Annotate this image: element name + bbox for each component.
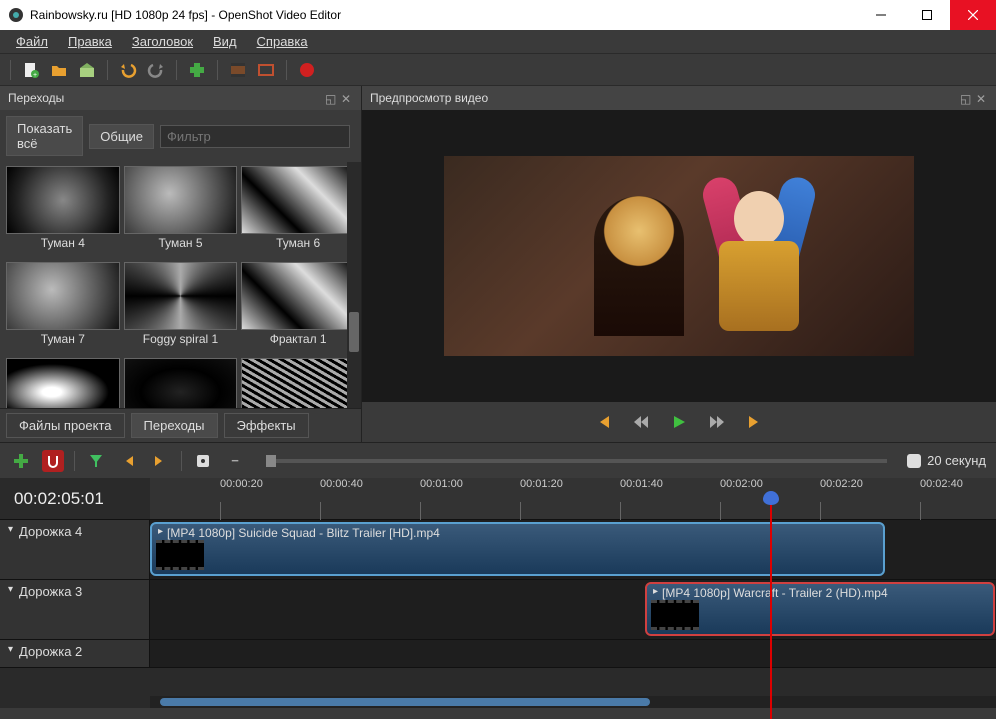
maximize-button[interactable] — [904, 0, 950, 30]
timeline-horizontal-scrollbar[interactable] — [150, 696, 996, 708]
collapse-icon[interactable]: ▾ — [8, 524, 13, 535]
collapse-icon[interactable]: ▾ — [8, 644, 13, 655]
track-header[interactable]: ▾Дорожка 3 — [0, 580, 150, 639]
left-panel-tabs: Файлы проекта Переходы Эффекты — [0, 408, 361, 442]
filter-input[interactable] — [160, 125, 350, 148]
open-project-icon[interactable] — [49, 60, 69, 80]
tab-transitions[interactable]: Переходы — [131, 413, 218, 438]
center-playhead-icon[interactable] — [192, 450, 214, 472]
zoom-box-icon — [907, 454, 921, 468]
video-frame — [444, 156, 914, 356]
transition-item[interactable]: Туман 4 — [6, 166, 120, 258]
jump-start-icon[interactable] — [593, 412, 613, 432]
fast-forward-icon[interactable] — [707, 412, 727, 432]
transition-item[interactable] — [124, 358, 238, 408]
transition-item[interactable] — [241, 358, 355, 408]
timeline-ruler[interactable]: 00:00:20 00:00:40 00:01:00 00:01:20 00:0… — [150, 478, 996, 519]
snap-icon[interactable] — [42, 450, 64, 472]
tab-effects[interactable]: Эффекты — [224, 413, 309, 438]
timeline-toolbar: − 20 секунд — [0, 442, 996, 478]
filter-show-all-button[interactable]: Показать всё — [6, 116, 83, 156]
clip-label: [MP4 1080p] Warcraft - Trailer 2 (HD).mp… — [662, 586, 888, 600]
timeline-clip[interactable]: ▸ [MP4 1080p] Warcraft - Trailer 2 (HD).… — [645, 582, 995, 636]
panel-close-icon[interactable]: ✕ — [976, 92, 988, 104]
menu-help[interactable]: Справка — [247, 32, 318, 51]
transitions-scrollbar[interactable] — [347, 162, 361, 408]
track-row: ▾Дорожка 2 — [0, 640, 996, 668]
zoom-out-icon[interactable]: − — [224, 450, 246, 472]
filter-common-button[interactable]: Общие — [89, 124, 154, 149]
zoom-level-label: 20 секунд — [907, 453, 986, 468]
clip-thumbnail — [651, 600, 699, 630]
transition-item[interactable]: Туман 7 — [6, 262, 120, 354]
transitions-panel-header: Переходы ◱ ✕ — [0, 86, 361, 110]
track-body[interactable]: ▸ [MP4 1080p] Suicide Squad - Blitz Trai… — [150, 520, 996, 579]
jump-end-icon[interactable] — [745, 412, 765, 432]
profile-icon[interactable] — [228, 60, 248, 80]
panel-float-icon[interactable]: ◱ — [960, 92, 972, 104]
panel-float-icon[interactable]: ◱ — [325, 92, 337, 104]
track-header[interactable]: ▾Дорожка 4 — [0, 520, 150, 579]
transition-item[interactable]: Foggy spiral 1 — [124, 262, 238, 354]
video-preview[interactable] — [362, 110, 996, 402]
track-body[interactable] — [150, 640, 996, 667]
prev-marker-icon[interactable] — [117, 450, 139, 472]
menu-edit[interactable]: Правка — [58, 32, 122, 51]
window-titlebar: Rainbowsky.ru [HD 1080p 24 fps] - OpenSh… — [0, 0, 996, 30]
track-row: ▾Дорожка 4 ▸ [MP4 1080p] Suicide Squad -… — [0, 520, 996, 580]
transition-item[interactable]: Туман 6 — [241, 166, 355, 258]
transition-item[interactable]: Туман 5 — [124, 166, 238, 258]
timecode-display: 00:02:05:01 — [0, 478, 150, 519]
zoom-slider[interactable] — [266, 459, 887, 463]
playhead[interactable] — [770, 493, 772, 719]
next-marker-icon[interactable] — [149, 450, 171, 472]
tab-project-files[interactable]: Файлы проекта — [6, 413, 125, 438]
menu-bar: Файл Правка Заголовок Вид Справка — [0, 30, 996, 54]
track-body[interactable]: ▸ [MP4 1080p] Warcraft - Trailer 2 (HD).… — [150, 580, 996, 639]
preview-panel-title: Предпросмотр видео — [370, 91, 488, 105]
window-title: Rainbowsky.ru [HD 1080p 24 fps] - OpenSh… — [30, 8, 858, 22]
clip-label: [MP4 1080p] Suicide Squad - Blitz Traile… — [167, 526, 440, 540]
fullscreen-icon[interactable] — [256, 60, 276, 80]
panel-close-icon[interactable]: ✕ — [341, 92, 353, 104]
timeline-clip[interactable]: ▸ [MP4 1080p] Suicide Squad - Blitz Trai… — [150, 522, 885, 576]
new-project-icon[interactable]: + — [21, 60, 41, 80]
rewind-icon[interactable] — [631, 412, 651, 432]
menu-title[interactable]: Заголовок — [122, 32, 203, 51]
track-header[interactable]: ▾Дорожка 2 — [0, 640, 150, 667]
minimize-button[interactable] — [858, 0, 904, 30]
import-files-icon[interactable] — [187, 60, 207, 80]
transitions-panel-title: Переходы — [8, 91, 64, 105]
app-icon — [8, 7, 24, 23]
close-button[interactable] — [950, 0, 996, 30]
undo-icon[interactable] — [118, 60, 138, 80]
transition-item[interactable]: Фрактал 1 — [241, 262, 355, 354]
marker-icon[interactable] — [85, 450, 107, 472]
track-row: ▾Дорожка 3 ▸ [MP4 1080p] Warcraft - Trai… — [0, 580, 996, 640]
export-video-icon[interactable] — [297, 60, 317, 80]
menu-file[interactable]: Файл — [6, 32, 58, 51]
play-icon[interactable] — [669, 412, 689, 432]
menu-view[interactable]: Вид — [203, 32, 247, 51]
clip-expand-icon[interactable]: ▸ — [158, 526, 163, 537]
timeline: 00:02:05:01 00:00:20 00:00:40 00:01:00 0… — [0, 478, 996, 708]
svg-text:+: + — [33, 72, 37, 79]
preview-panel-header: Предпросмотр видео ◱ ✕ — [362, 86, 996, 110]
redo-icon[interactable] — [146, 60, 166, 80]
transitions-filter-row: Показать всё Общие — [0, 110, 361, 162]
clip-expand-icon[interactable]: ▸ — [653, 586, 658, 597]
transition-item[interactable] — [6, 358, 120, 408]
transitions-grid: Туман 4 Туман 5 Туман 6 Туман 7 Foggy sp… — [0, 162, 361, 408]
clip-thumbnail — [156, 540, 204, 570]
collapse-icon[interactable]: ▾ — [8, 584, 13, 595]
playback-controls — [362, 402, 996, 442]
add-track-icon[interactable] — [10, 450, 32, 472]
main-toolbar: + — [0, 54, 996, 86]
save-project-icon[interactable] — [77, 60, 97, 80]
